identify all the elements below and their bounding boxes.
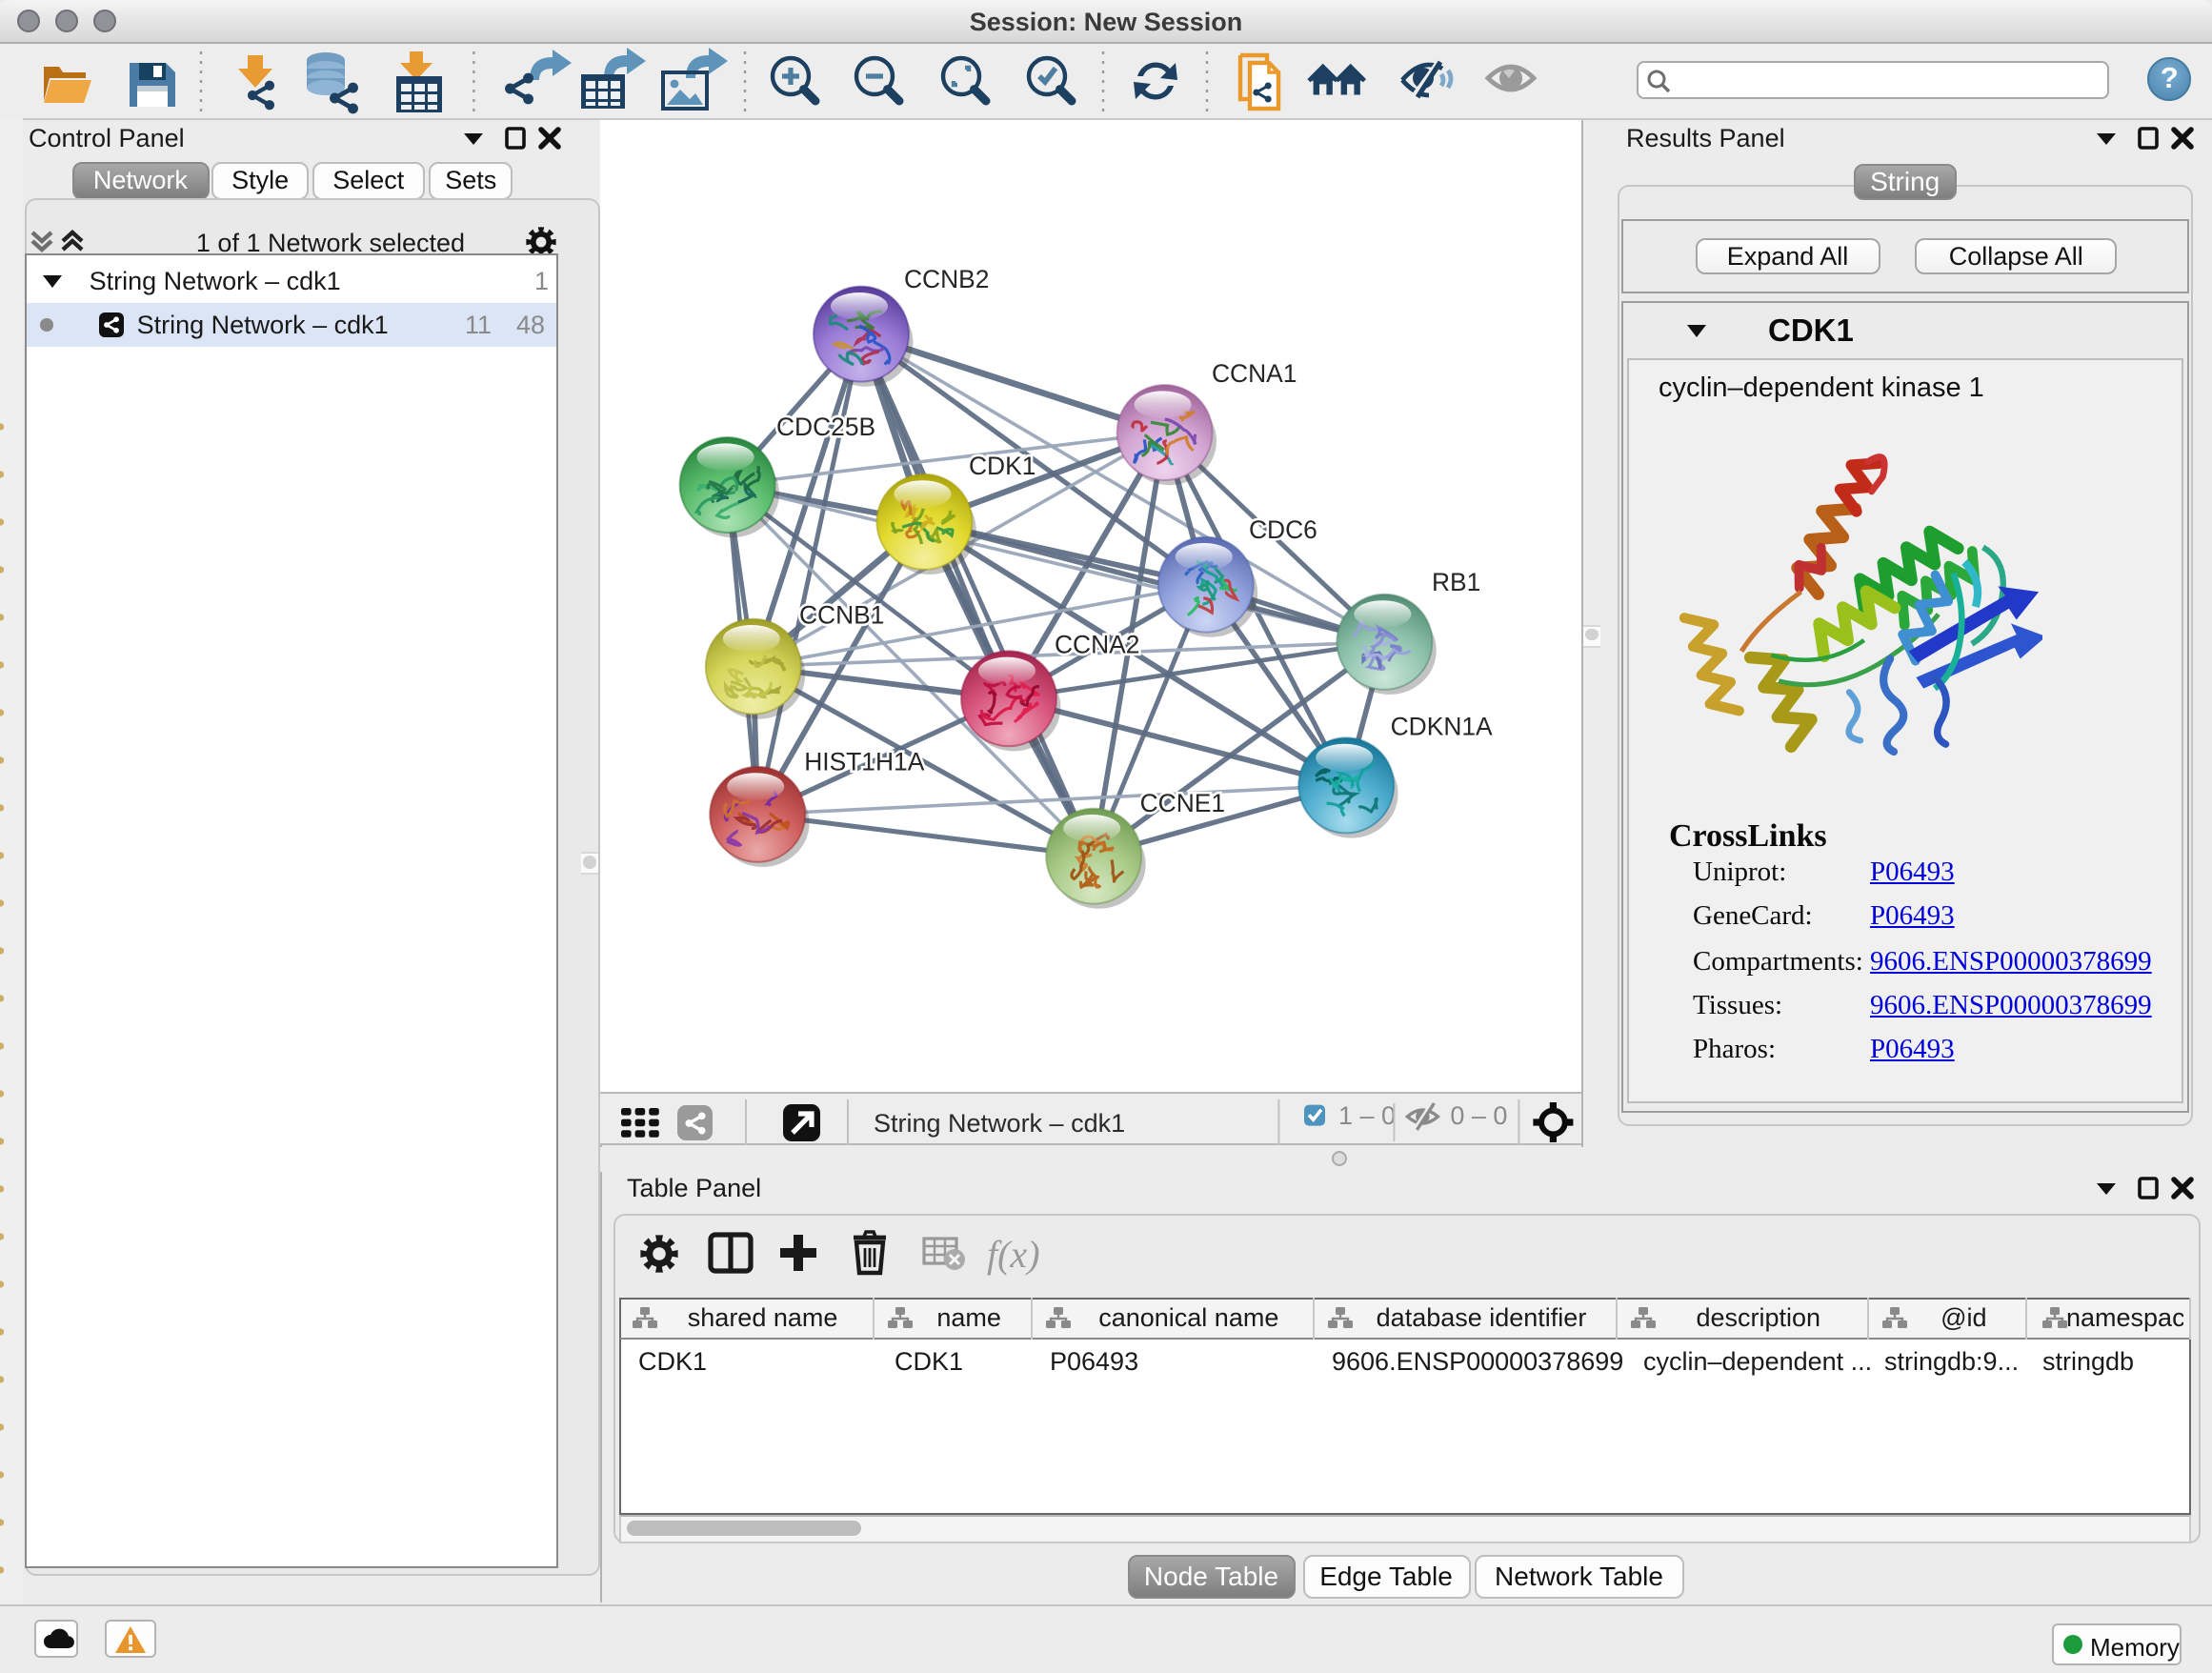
svg-text:CDC6: CDC6 [1250,514,1318,543]
svg-text:HIST1H1A: HIST1H1A [805,746,926,775]
svg-text:CDC25B: CDC25B [777,412,876,440]
svg-text:CDK1: CDK1 [970,451,1036,479]
svg-text:0 – 0: 0 – 0 [1451,1100,1508,1129]
svg-text:CCNB2: CCNB2 [905,264,990,292]
svg-text:RB1: RB1 [1433,567,1481,595]
svg-text:CCNE1: CCNE1 [1140,788,1225,816]
svg-text:CCNA1: CCNA1 [1213,358,1297,387]
svg-text:String Network – cdk1: String Network – cdk1 [875,1108,1126,1137]
svg-text:f(x): f(x) [987,1233,1040,1276]
svg-text:1 – 0: 1 – 0 [1339,1100,1397,1129]
svg-text:CCNA2: CCNA2 [1056,630,1140,658]
svg-text:CDKN1A: CDKN1A [1391,712,1493,740]
svg-text:CCNB1: CCNB1 [800,600,885,629]
